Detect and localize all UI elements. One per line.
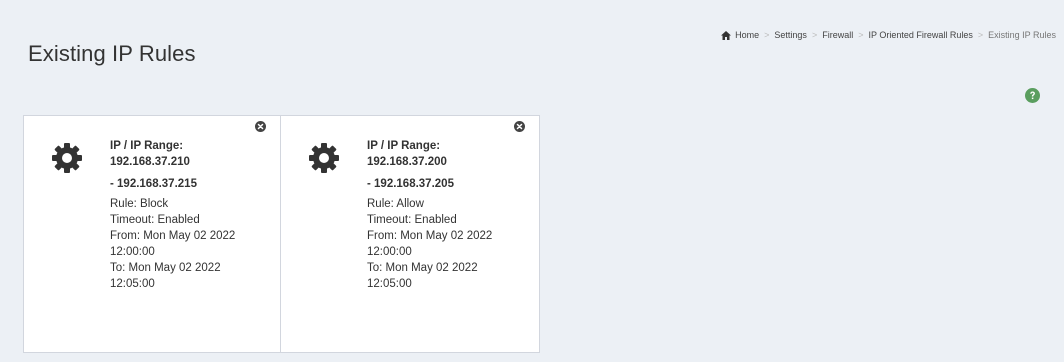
breadcrumb-settings-link[interactable]: Settings <box>774 30 807 40</box>
page-title: Existing IP Rules <box>28 41 196 66</box>
ip-range-start: 192.168.37.210 <box>110 156 190 168</box>
page-header: Existing IP Rules Home > Settings > Fire… <box>0 0 1064 108</box>
rule-from-time: 12:00:00 <box>367 246 412 258</box>
gear-icon <box>52 143 82 173</box>
breadcrumb-separator: > <box>811 30 818 40</box>
delete-rule-icon[interactable] <box>514 121 525 132</box>
breadcrumb-current: Existing IP Rules <box>988 30 1056 40</box>
rule-to-time: 12:05:00 <box>110 278 155 290</box>
rule-card: IP / IP Range: 192.168.37.200 - 192.168.… <box>281 115 540 353</box>
rule-from-date: From: Mon May 02 2022 <box>110 230 236 242</box>
ip-range-label: IP / IP Range: <box>110 140 184 152</box>
rule-to-date: To: Mon May 02 2022 <box>110 262 221 274</box>
help-icon[interactable] <box>1025 88 1040 103</box>
rule-details: IP / IP Range: 192.168.37.200 - 192.168.… <box>367 138 492 292</box>
rule-to-time: 12:05:00 <box>367 278 412 290</box>
ip-range-end: - 192.168.37.205 <box>367 178 454 190</box>
delete-rule-icon[interactable] <box>255 121 266 132</box>
home-icon <box>721 30 732 40</box>
gear-icon <box>309 143 339 173</box>
rule-timeout: Timeout: Enabled <box>110 214 200 226</box>
rule-details: IP / IP Range: 192.168.37.210 - 192.168.… <box>110 138 235 292</box>
ip-range-start: 192.168.37.200 <box>367 156 447 168</box>
rule-from-time: 12:00:00 <box>110 246 155 258</box>
breadcrumb-separator: > <box>858 30 864 40</box>
breadcrumb-home-link[interactable]: Home <box>735 30 759 40</box>
rule-action: Rule: Allow <box>367 198 424 210</box>
rule-timeout: Timeout: Enabled <box>367 214 457 226</box>
rule-to-date: To: Mon May 02 2022 <box>367 262 478 274</box>
ip-range-end: - 192.168.37.215 <box>110 178 197 190</box>
ip-range-label: IP / IP Range: <box>367 140 441 152</box>
rule-card: IP / IP Range: 192.168.37.210 - 192.168.… <box>23 115 281 353</box>
breadcrumb-separator: > <box>977 30 984 40</box>
breadcrumb-firewall-link[interactable]: Firewall <box>822 30 853 40</box>
breadcrumb-ip-firewall-rules-link[interactable]: IP Oriented Firewall Rules <box>868 30 972 40</box>
breadcrumb-separator: > <box>764 30 770 40</box>
rule-from-date: From: Mon May 02 2022 <box>367 230 493 242</box>
rule-cards: IP / IP Range: 192.168.37.210 - 192.168.… <box>23 115 540 353</box>
breadcrumb: Home > Settings > Firewall > IP Oriented… <box>721 30 1056 40</box>
rule-action: Rule: Block <box>110 198 169 210</box>
